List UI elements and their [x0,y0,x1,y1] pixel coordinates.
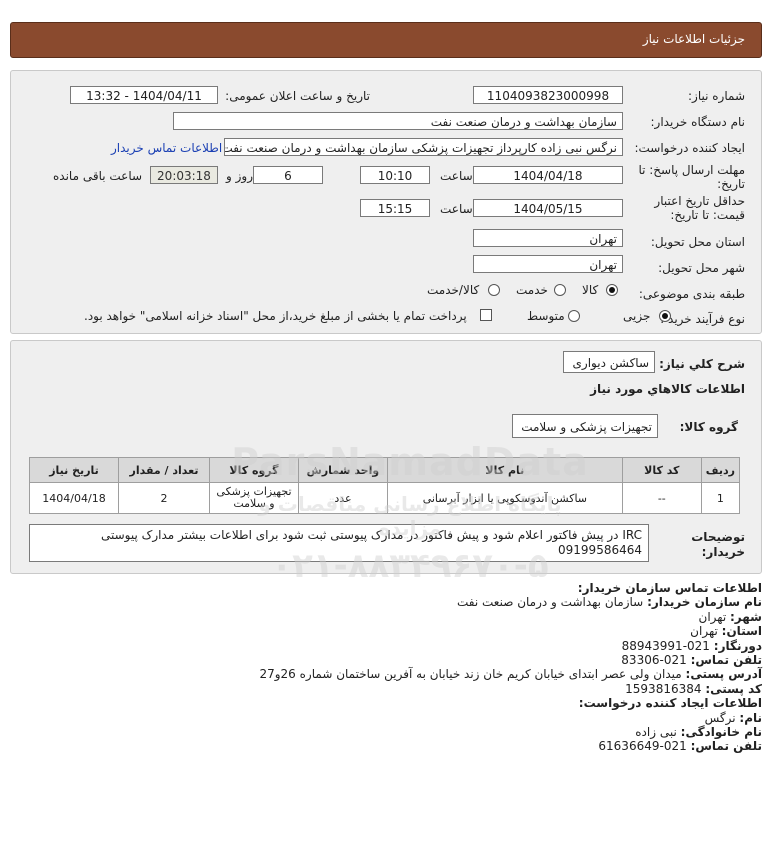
contact-phone-label: تلفن تماس: [690,653,762,668]
goods-table-header: ردیف کد کالا نام کالا واحد شمارش گروه کا… [28,457,741,483]
city-field: تهران [473,255,623,273]
creator-info-title: اطلاعات ایجاد کننده درخواست: [578,696,762,711]
col-quantity: تعداد / مقدار [118,457,210,483]
announce-label: تاریخ و ساعت اعلان عمومی: [225,89,370,103]
province-label: استان محل تحویل: [650,235,745,249]
treasury-checkbox[interactable] [480,309,492,321]
contact-org-label: نام سازمان خریدار: [647,595,762,610]
need-number-field: 1104093823000998 [473,86,623,104]
process-option-medium: متوسط [527,309,565,323]
remaining-time-field: 20:03:18 [150,166,218,184]
validity-label: حداقل تاریخ اعتبار قیمت: تا تاریخ: [654,194,745,222]
contact-phone-value: 021-83306 [621,653,687,668]
need-number-label: شماره نیاز: [688,89,745,103]
page-title: جزئیات اطلاعات نیاز [642,32,745,46]
creator-field: نرگس نبی زاده کارپرداز تجهیزات پزشکی ساز… [224,138,623,156]
cell-row: 1 [700,482,741,514]
buyer-desc-label: توضیحات خریدار: [691,530,745,559]
treasury-text: پرداخت تمام یا بخشی از مبلغ خرید،از محل … [84,309,467,323]
cell-code: -- [621,482,702,514]
category-radio-both[interactable] [488,284,500,296]
buyer-contact-link[interactable]: اطلاعات تماس خریدار [111,141,222,155]
col-unit: واحد شمارش [297,457,388,483]
summary-label: شرح كلي نياز: [659,357,745,371]
city-label: شهر محل تحویل: [658,261,745,275]
category-option-both: کالا/خدمت [427,283,480,297]
col-name: نام کالا [386,457,623,483]
goods-group-label: گروه کالا: [679,420,738,434]
cell-group: تجهیزات پزشکی و سلامت [208,482,299,514]
col-code: کد کالا [621,457,702,483]
contact-province-value: تهران [690,624,718,639]
deadline-date-field: 1404/04/18 [473,166,623,184]
contact-address-label: آدرس پستی: [685,667,762,682]
deadline-time-label: ساعت [440,169,473,183]
creator-phone-label: تلفن تماس: [690,739,762,754]
validity-date-field: 1404/05/15 [473,199,623,217]
process-radio-minor[interactable] [659,310,671,322]
days-remaining-field: 6 [253,166,323,184]
creator-family-value: نبی زاده [635,725,677,740]
days-label: روز و [226,169,253,183]
contact-info: اطلاعات تماس سازمان خریدار: نام سازمان خ… [22,581,762,754]
remaining-time-label: ساعت باقی مانده [53,169,143,183]
col-row: ردیف [700,457,741,483]
cell-name: ساکشن آندوسکوپی یا ابزار آبرسانی [386,482,623,514]
col-group: گروه کالا [208,457,299,483]
cell-quantity: 2 [118,482,210,514]
category-label: طبقه بندی موضوعی: [638,287,745,301]
deadline-time-field: 10:10 [360,166,430,184]
process-option-minor: جزیی [623,309,651,323]
buyer-desc-box: IRC در پیش فاکتور اعلام شود و پیش فاکتور… [29,524,649,562]
col-date: تاریخ نیاز [28,457,120,483]
deadline-label: مهلت ارسال پاسخ: تا تاریخ: [638,163,745,191]
buyer-org-label: نام دستگاه خریدار: [650,115,746,129]
contact-address-value: میدان ولی عصر ابتدای خیابان کریم خان زند… [259,667,682,682]
announce-field: 1404/04/11 - 13:32 [70,86,218,104]
process-radio-medium[interactable] [568,310,580,322]
creator-name-label: نام: [739,710,762,725]
contact-org-value: سازمان بهداشت و درمان صنعت نفت [457,595,644,610]
category-option-goods: کالا [582,283,599,297]
goods-table: ردیف کد کالا نام کالا واحد شمارش گروه کا… [28,457,741,514]
creator-phone-value: 021-61636649 [598,739,687,754]
contact-fax-label: دورنگار: [713,638,762,653]
province-field: تهران [473,229,623,247]
process-label: نوع فرآیند خرید : [660,312,745,326]
validity-time-field: 15:15 [360,199,430,217]
summary-field: ساکشن دیواری [563,351,655,373]
contact-postal-label: کد پستی: [705,681,762,696]
buyer-desc-text: IRC در پیش فاکتور اعلام شود و پیش فاکتور… [100,528,642,557]
contact-title: اطلاعات تماس سازمان خریدار: [577,581,762,595]
contact-province-label: استان: [721,624,762,639]
category-option-service: خدمت [516,283,548,297]
category-radio-goods[interactable] [606,284,618,296]
goods-group-field: تجهیزات پزشکی و سلامت [512,414,658,438]
contact-postal-value: 1593816384 [625,681,702,696]
cell-unit: عدد [297,482,388,514]
table-row: 1 -- ساکشن آندوسکوپی یا ابزار آبرسانی عد… [28,482,741,514]
contact-city-value: تهران [698,609,727,624]
buyer-org-field: سازمان بهداشت و درمان صنعت نفت [173,112,623,130]
contact-fax-value: 021-88943991 [621,638,710,653]
category-radio-service[interactable] [554,284,566,296]
creator-family-label: نام خانوادگی: [680,725,762,740]
page-header: جزئیات اطلاعات نیاز [10,22,762,58]
creator-name-value: نرگس [704,710,736,725]
creator-label: ایجاد کننده درخواست: [634,141,745,155]
goods-info-title: اطلاعات كالاهاي مورد نياز [590,382,745,396]
contact-city-label: شهر: [730,609,762,624]
cell-date: 1404/04/18 [28,482,120,514]
validity-time-label: ساعت [440,202,473,216]
